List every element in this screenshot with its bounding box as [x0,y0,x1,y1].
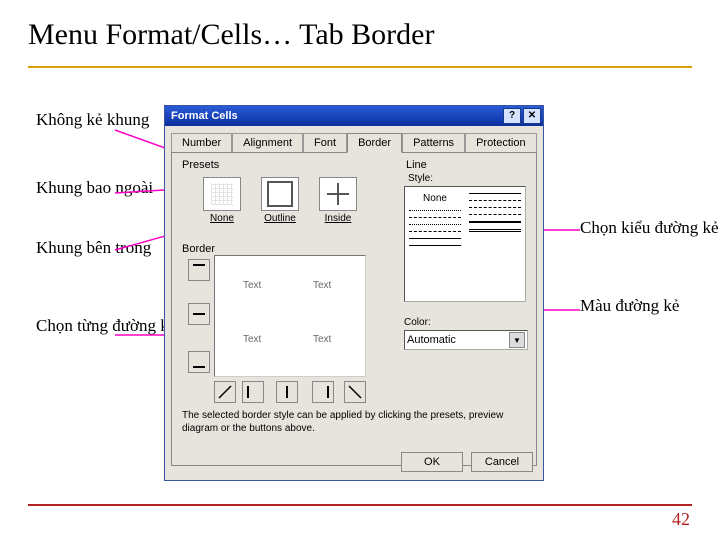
preset-inside-label: Inside [316,213,360,224]
style-dotted[interactable] [409,210,461,211]
color-value: Automatic [407,334,456,346]
dialog-title: Format Cells [171,110,238,122]
page-number: 42 [672,509,690,530]
style-dashdot[interactable] [409,231,461,232]
preview-text-1: Text [243,280,261,291]
style-double[interactable] [469,229,521,232]
style-label: Style: [408,173,528,184]
style-hair[interactable] [409,245,461,246]
style-medium[interactable] [469,193,521,194]
annotation-style: Chọn kiểu đường kẻ [580,218,719,238]
style-thick[interactable] [469,221,521,223]
preview-text-2: Text [313,280,331,291]
tab-strip: Number Alignment Font Border Patterns Pr… [165,126,543,152]
slide-title: Menu Format/Cells… Tab Border [28,18,692,52]
annotation-outer: Khung bao ngoài [36,178,153,198]
annotation-inner: Khung bên trong [36,238,151,258]
preset-outline-button[interactable] [261,177,299,211]
border-diag1-button[interactable] [214,381,236,403]
inside-icon [327,183,349,205]
border-preview[interactable]: Text Text Text Text [214,255,366,377]
border-hmid-button[interactable] [188,303,210,325]
dialog-titlebar: Format Cells ? ✕ [165,106,543,126]
tab-alignment[interactable]: Alignment [232,133,303,153]
annotation-color: Màu đường kẻ [580,296,679,316]
tab-number[interactable]: Number [171,133,232,153]
border-top-button[interactable] [188,259,210,281]
hint-text: The selected border style can be applied… [182,409,526,435]
outline-icon [267,181,293,207]
border-left-button[interactable] [242,381,264,403]
presets-label: Presets [182,159,395,171]
preview-text-3: Text [243,334,261,345]
border-group: Border Text Text Text Text [180,241,395,257]
format-cells-dialog: Format Cells ? ✕ Number Alignment Font B… [164,105,544,481]
color-combo[interactable]: Automatic ▼ [404,330,528,350]
style-none[interactable]: None [409,193,461,204]
line-group: Line Style: None [404,157,528,302]
style-meddashdot[interactable] [469,207,521,208]
tab-body: Presets None Outline Inside Border Te [171,152,537,466]
divider-red [28,504,692,506]
style-slant[interactable] [469,214,521,215]
none-icon [211,183,233,205]
style-thin[interactable] [409,238,461,239]
tab-protection[interactable]: Protection [465,133,537,153]
style-dashed[interactable] [409,217,461,218]
border-bottom-button[interactable] [188,351,210,373]
tab-font[interactable]: Font [303,133,347,153]
tab-border[interactable]: Border [347,133,402,153]
tab-patterns[interactable]: Patterns [402,133,465,153]
preview-text-4: Text [313,334,331,345]
annotation-no-border: Không kẻ khung [36,110,149,130]
style-list[interactable]: None [404,186,526,302]
preset-none-button[interactable] [203,177,241,211]
border-vmid-button[interactable] [276,381,298,403]
line-label: Line [406,159,528,171]
preset-none-label: None [200,213,244,224]
style-meddash[interactable] [469,200,521,201]
border-diag2-button[interactable] [344,381,366,403]
close-button[interactable]: ✕ [523,108,541,124]
ok-button[interactable]: OK [401,452,463,472]
divider-gold [28,66,692,68]
preset-outline-label: Outline [258,213,302,224]
color-label: Color: [404,317,528,328]
help-button[interactable]: ? [503,108,521,124]
border-label: Border [182,243,395,255]
presets-group: Presets None Outline Inside [180,157,395,226]
color-group: Color: Automatic ▼ [404,317,528,350]
style-dotted2[interactable] [409,224,461,225]
preset-inside-button[interactable] [319,177,357,211]
border-right-button[interactable] [312,381,334,403]
cancel-button[interactable]: Cancel [471,452,533,472]
chevron-down-icon: ▼ [509,332,525,348]
